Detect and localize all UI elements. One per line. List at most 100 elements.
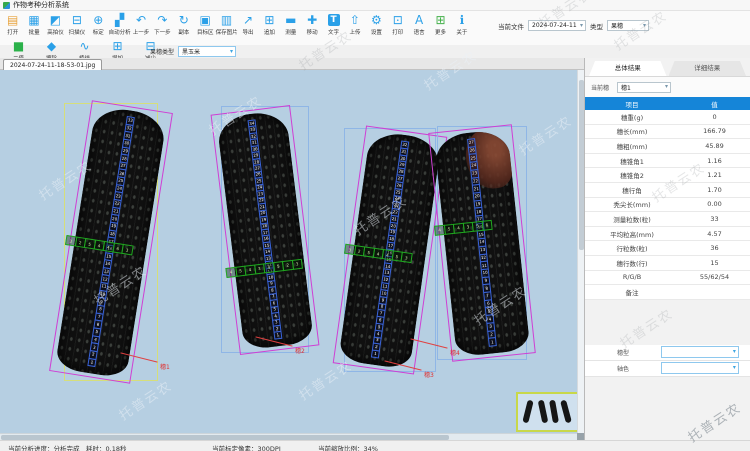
result-item-label: 穗长(mm) <box>585 125 679 139</box>
app-icon <box>3 2 10 9</box>
results-table-rows: 穗重(g)0穗长(mm)166.79穗粗(mm)45.89穗锥角11.16穗锥角… <box>585 110 750 300</box>
toolbar-button-label: 下一步 <box>154 28 171 36</box>
corn-ear-1[interactable]: 3332313029282726252423222120191817161514… <box>64 103 158 381</box>
current-file-dropdown[interactable]: 2024-07-24-11 ▾ <box>528 20 586 31</box>
tab-detailed-results[interactable]: 详细结果 <box>669 61 747 76</box>
result-row: R/G/B55/62/54 <box>585 271 750 286</box>
toolbar-button-label: 批量 <box>29 28 40 36</box>
ear-shape-dropdown[interactable]: ▾ <box>661 346 739 358</box>
corn-ear-4[interactable]: 2726252423222120191817161514131211109876… <box>437 126 527 360</box>
binary-icon: ■ <box>13 39 24 53</box>
toolbar-button-label: 扫描仪 <box>69 28 86 36</box>
window-title: 作物考种分析系统 <box>13 0 69 10</box>
toolbar-batch-button[interactable]: ▦批量 <box>23 13 44 36</box>
toolbar-doc-camera-button[interactable]: ◩高拍仪 <box>45 13 66 36</box>
toolbar-move-button[interactable]: ✚移动 <box>301 13 322 36</box>
edit-toolbar: ■二值◆擦除∿棱线⊞增加⊟减少 果穗类型 黑玉米 ▾ <box>0 45 750 59</box>
result-item-label: 备注 <box>585 285 679 299</box>
toolbar-settings-button[interactable]: ⚙设置 <box>366 13 387 36</box>
toolbar-append-button[interactable]: ⊞追加 <box>259 13 280 36</box>
row-kernel-box: 3 <box>121 244 133 256</box>
status-time: 耗时：0.18秒 <box>86 443 126 451</box>
result-item-value: 15 <box>679 256 750 270</box>
toolbar-button-label: 保存图片 <box>216 28 238 36</box>
current-ear-row: 当前穗 穗1 ▾ <box>585 76 750 97</box>
ear-type-controls: 果穗类型 黑玉米 ▾ <box>150 45 236 58</box>
toolbar-language-button[interactable]: A语言 <box>408 13 429 36</box>
ear-label: 穗2 <box>295 346 305 355</box>
toolbar-undo-step-button[interactable]: ↶上一步 <box>130 13 151 36</box>
result-row: 穗粗(mm)45.89 <box>585 139 750 154</box>
settings-icon: ⚙ <box>371 13 382 27</box>
toolbar-redo-step-button[interactable]: ↷下一步 <box>152 13 173 36</box>
result-item-value <box>679 285 750 299</box>
redo-step-icon: ↷ <box>157 13 167 27</box>
language-icon: A <box>415 13 423 27</box>
kernel-number-box: 1 <box>274 331 283 339</box>
toolbar-scanner-button[interactable]: ⊟扫描仪 <box>66 13 87 36</box>
vertical-scroll-thumb[interactable] <box>579 80 584 250</box>
copy-icon: ↻ <box>179 13 189 27</box>
result-item-value: 166.79 <box>679 125 750 139</box>
kernel-number-box: 1 <box>371 350 380 359</box>
batch-icon: ▦ <box>28 13 39 27</box>
axis-color-label: 轴色 <box>585 364 661 373</box>
toolbar-more-button[interactable]: ⊞更多 <box>430 13 451 36</box>
vertical-scrollbar[interactable] <box>577 70 584 433</box>
result-item-label: 穗锥角2 <box>585 168 679 182</box>
horizontal-scrollbar[interactable] <box>0 433 584 440</box>
result-item-value: 36 <box>679 241 750 255</box>
text-icon: T <box>328 14 340 26</box>
export-icon: ↗ <box>243 13 253 27</box>
type-label: 类型 <box>590 21 603 31</box>
result-item-label: 秃尖长(mm) <box>585 198 679 212</box>
kernel-number-box: 1 <box>87 357 96 367</box>
toolbar-button-label: 副本 <box>178 28 189 36</box>
open-icon: ▤ <box>7 13 18 27</box>
current-ear-dropdown[interactable]: 穗1 ▾ <box>617 82 671 93</box>
corn-ear-3[interactable]: 3231302928272625242322212019181716151413… <box>344 128 436 372</box>
toolbar-save-image-button[interactable]: ▥保存图片 <box>216 13 237 36</box>
toolbar-button-label: 更多 <box>435 28 446 36</box>
toolbar-button-label: 导出 <box>242 28 253 36</box>
kernel-number-box: 1 <box>488 337 497 346</box>
toolbar-open-button[interactable]: ▤打开 <box>2 13 23 36</box>
status-zoom: 当前缩放比例：34% <box>318 443 378 451</box>
result-item-value: 45.89 <box>679 139 750 153</box>
chevron-down-icon: ▾ <box>733 365 736 371</box>
tab-overall-results[interactable]: 总体结果 <box>589 61 667 76</box>
toolbar-auto-analyze-button[interactable]: ▞自动分析 <box>109 13 130 36</box>
toolbar-button-label: 上传 <box>349 28 360 36</box>
image-canvas[interactable]: 3 3 32313029282726252423222120191817161514… <box>0 70 584 433</box>
current-ear-label: 当前穗 <box>591 83 609 92</box>
result-row: 平均粒高(mm)4.57 <box>585 227 750 242</box>
append-icon: ⊞ <box>264 13 274 27</box>
toolbar-measure-button[interactable]: ▬测量 <box>280 13 301 36</box>
toolbar-text-button[interactable]: T文字 <box>323 13 344 36</box>
toolbar-export-button[interactable]: ↗导出 <box>237 13 258 36</box>
scanner-icon: ⊟ <box>72 13 82 27</box>
result-item-value: 1.16 <box>679 154 750 168</box>
toolbar-button-label: 测量 <box>285 28 296 36</box>
toolbar-copy-button[interactable]: ↻副本 <box>173 13 194 36</box>
result-item-label: 穗重(g) <box>585 110 679 124</box>
corn-ear-2[interactable]: 3433323130292827262524232221201918171615… <box>221 106 309 353</box>
axis-color-dropdown[interactable]: ▾ <box>661 362 739 374</box>
toolbar-upload-button[interactable]: ⇧上传 <box>344 13 365 36</box>
doc-camera-icon: ◩ <box>50 13 61 27</box>
chevron-down-icon: ▾ <box>643 23 646 29</box>
increase-icon: ⊞ <box>112 39 122 53</box>
toolbar-about-button[interactable]: ℹ关于 <box>451 13 472 36</box>
type-dropdown[interactable]: 果穗 ▾ <box>607 20 649 31</box>
current-file-label: 当前文件 <box>498 21 524 31</box>
move-icon: ✚ <box>307 13 317 27</box>
toolbar-print-button[interactable]: ⊡打印 <box>387 13 408 36</box>
toolbar-calibrate-button[interactable]: ⊕标定 <box>88 13 109 36</box>
row-kernel-box: 3 <box>291 258 303 269</box>
ear-type-dropdown[interactable]: 黑玉米 ▾ <box>178 46 236 57</box>
navigator-thumbnail[interactable] <box>516 392 580 432</box>
toolbar-button-label: 追加 <box>264 28 275 36</box>
result-item-value: 4.57 <box>679 227 750 241</box>
result-item-value: 0.00 <box>679 198 750 212</box>
toolbar-target-area-button[interactable]: ▣目标区 <box>195 13 216 36</box>
